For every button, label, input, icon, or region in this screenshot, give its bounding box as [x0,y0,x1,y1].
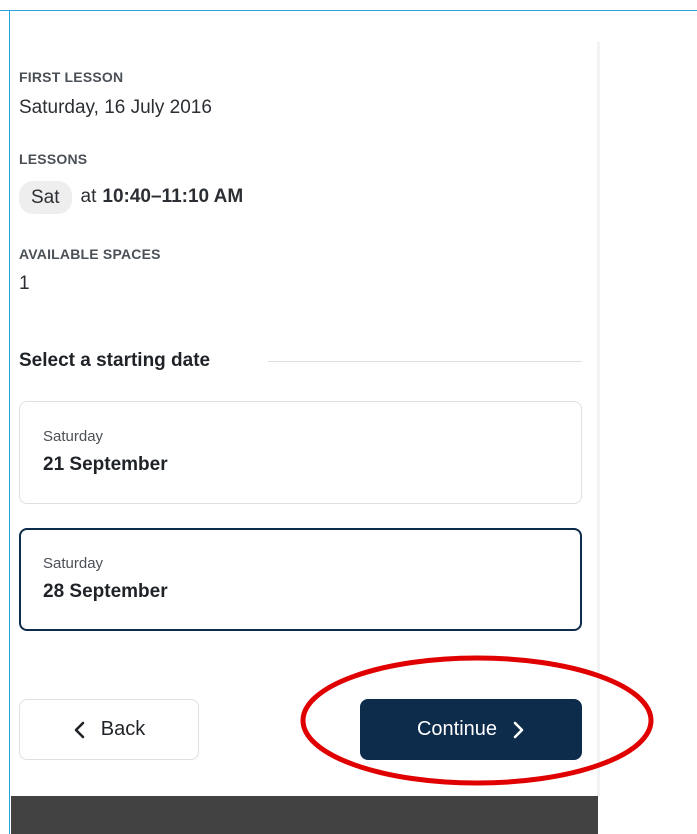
date-option-21-september[interactable]: Saturday 21 September [19,401,582,504]
available-spaces-label: AVAILABLE SPACES [19,246,161,262]
continue-button[interactable]: Continue [360,699,582,760]
date-option-day: Saturday [43,428,104,445]
lesson-time: 10:40–11:10 AM [102,186,244,207]
date-option-28-september[interactable]: Saturday 28 September [19,528,582,631]
lesson-at-text: at [80,186,97,207]
heading-divider [268,361,582,362]
back-button[interactable]: Back [19,699,199,760]
lessons-label: LESSONS [19,151,88,167]
date-option-day: Saturday [43,555,104,572]
screenshot-frame-top [0,0,697,11]
chevron-left-icon [74,721,85,738]
panel-right-border [597,42,600,797]
back-button-label: Back [100,718,146,740]
starting-date-heading: Select a starting date [19,350,211,371]
date-option-date: 21 September [43,454,168,475]
lesson-schedule: Sat at 10:40–11:10 AM [19,179,243,215]
screenshot-frame-left [9,10,10,834]
footer-bar [11,796,598,834]
date-option-date: 28 September [43,581,168,602]
continue-button-label: Continue [416,718,498,740]
lesson-day-chip: Sat [19,180,72,214]
first-lesson-value: Saturday, 16 July 2016 [19,97,212,118]
available-spaces-value: 1 [19,273,30,294]
first-lesson-label: FIRST LESSON [19,69,124,85]
chevron-right-icon [513,721,524,738]
